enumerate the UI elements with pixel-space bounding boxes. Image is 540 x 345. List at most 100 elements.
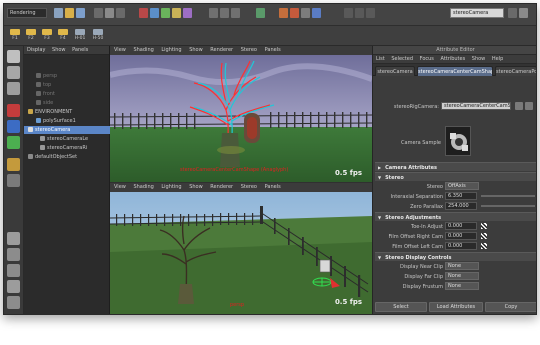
last-tool-icon[interactable] [7, 174, 20, 187]
attr-menu-list[interactable]: List [376, 56, 385, 62]
viewport-menu-renderer[interactable]: Renderer [210, 184, 233, 190]
keyable-map-icon[interactable] [481, 233, 487, 239]
interaxial-field[interactable]: 6.350 [445, 192, 477, 200]
outliner-item-stereocamera-left[interactable]: stereoCameraLe [24, 135, 110, 143]
section-stereo-display-controls[interactable]: ▼ Stereo Display Controls [375, 252, 536, 261]
outliner-item-stereocamera-right[interactable]: stereoCameraRi [24, 144, 110, 152]
mask-icon[interactable] [183, 8, 192, 18]
perspective-viewport[interactable]: persp 0.5 fps [110, 192, 372, 314]
viewport-menu-panels[interactable]: Panels [265, 184, 281, 190]
zero-parallax-field[interactable]: 254.000 [445, 202, 477, 210]
tab-stereocameracentercamshape[interactable]: stereoCameraCenterCamShape [417, 66, 493, 76]
outliner-item-front[interactable]: front [24, 90, 110, 98]
outliner-menu-panels[interactable]: Panels [72, 47, 88, 53]
viewport-menu-show[interactable]: Show [189, 184, 203, 190]
rotate-tool-icon[interactable] [7, 120, 20, 133]
render-icon[interactable] [279, 8, 288, 18]
new-scene-icon[interactable] [54, 8, 63, 18]
attr-menu-show[interactable]: Show [472, 56, 486, 62]
history-icon[interactable] [256, 8, 265, 18]
tab-stereocamera[interactable]: stereoCamera [375, 66, 415, 76]
display-near-clip-dropdown[interactable]: None [445, 262, 479, 270]
viewport-menu-view[interactable]: View [114, 184, 126, 190]
section-camera-attributes[interactable]: ▶ Camera Attributes [375, 162, 536, 171]
viewport-menu-shading[interactable]: Shading [133, 47, 153, 53]
outliner-item-side[interactable]: side [24, 99, 110, 107]
layout-four-icon[interactable] [7, 248, 20, 261]
outliner-item-defaultobjectset[interactable]: defaultObjectSet [24, 153, 110, 161]
attr-menu-selected[interactable]: Selected [391, 56, 413, 62]
mask-icon[interactable] [161, 8, 170, 18]
input-line-icon[interactable] [366, 8, 375, 18]
keyable-map-icon[interactable] [481, 223, 487, 229]
attr-menu-help[interactable]: Help [492, 56, 503, 62]
viewport-menu-panels[interactable]: Panels [265, 47, 281, 53]
select-object-icon[interactable] [105, 8, 114, 18]
select-node-icon[interactable] [525, 102, 533, 110]
lasso-tool-icon[interactable] [7, 66, 20, 79]
tab-stereocamerapo[interactable]: stereoCameraPo [495, 66, 536, 76]
toe-in-field[interactable]: 0.000 [445, 222, 477, 230]
input-line-icon[interactable] [344, 8, 353, 18]
channel-box-icon[interactable] [508, 8, 517, 18]
open-scene-icon[interactable] [65, 8, 74, 18]
rig-camera-field[interactable]: stereoCameraCenterCamShape [441, 102, 511, 110]
viewport-menu-shading[interactable]: Shading [133, 184, 153, 190]
mask-icon[interactable] [139, 8, 148, 18]
outliner-item-top[interactable]: top [24, 81, 110, 89]
layout-outliner-icon[interactable] [7, 280, 20, 293]
shelf-button-h01[interactable]: H-01 [72, 28, 88, 44]
layout-single-icon[interactable] [7, 232, 20, 245]
select-component-icon[interactable] [116, 8, 125, 18]
viewport-menu-lighting[interactable]: Lighting [161, 184, 181, 190]
display-frustum-dropdown[interactable]: None [445, 282, 479, 290]
hypershade-icon[interactable] [312, 8, 321, 18]
manipulator-icon[interactable] [7, 158, 20, 171]
outliner-item-environment[interactable]: ENVIRONMENT [24, 108, 110, 116]
attr-menu-attributes[interactable]: Attributes [441, 56, 466, 62]
film-offset-right-field[interactable]: 0.000 [445, 232, 477, 240]
snap-grid-icon[interactable] [209, 8, 218, 18]
viewport-menu-lighting[interactable]: Lighting [161, 47, 181, 53]
snap-point-icon[interactable] [231, 8, 240, 18]
render-settings-icon[interactable] [301, 8, 310, 18]
film-offset-left-field[interactable]: 0.000 [445, 242, 477, 250]
shelf-button-h50[interactable]: H-50 [90, 28, 106, 44]
quick-select-input[interactable]: stereoCamera [450, 8, 504, 18]
select-node-icon[interactable] [515, 102, 523, 110]
outliner-menu-show[interactable]: Show [52, 47, 66, 53]
paint-select-icon[interactable] [7, 82, 20, 95]
section-stereo-adjustments[interactable]: ▼ Stereo Adjustments [375, 212, 536, 221]
display-far-clip-dropdown[interactable]: None [445, 272, 479, 280]
viewport-menu-renderer[interactable]: Renderer [210, 47, 233, 53]
move-tool-icon[interactable] [7, 104, 20, 117]
copy-tab-button[interactable]: Copy [485, 302, 536, 312]
layout-split-icon[interactable] [7, 264, 20, 277]
scale-tool-icon[interactable] [7, 136, 20, 149]
viewport-menu-show[interactable]: Show [189, 47, 203, 53]
attr-menu-focus[interactable]: Focus [420, 56, 434, 62]
ipr-render-icon[interactable] [290, 8, 299, 18]
input-line-icon[interactable] [355, 8, 364, 18]
shelf-button-f1[interactable]: F1 [8, 28, 22, 44]
stereo-viewport[interactable]: stereoCameraCenterCamShape (Anaglyph) 0.… [110, 55, 372, 182]
stereo-mode-dropdown[interactable]: OffAxis [445, 182, 479, 190]
mask-icon[interactable] [172, 8, 181, 18]
mask-icon[interactable] [150, 8, 159, 18]
load-attributes-button[interactable]: Load Attributes [429, 302, 483, 312]
attribute-editor-icon[interactable] [519, 8, 528, 18]
viewport-menu-stereo[interactable]: Stereo [241, 184, 257, 190]
save-scene-icon[interactable] [76, 8, 85, 18]
section-stereo[interactable]: ▼ Stereo [375, 172, 536, 181]
outliner-menu-display[interactable]: Display [27, 47, 45, 53]
interaxial-slider[interactable] [481, 195, 535, 197]
select-hierarchy-icon[interactable] [94, 8, 103, 18]
outliner-item-stereocamera[interactable]: stereoCamera [24, 126, 110, 134]
keyable-map-icon[interactable] [481, 243, 487, 249]
menu-set-dropdown[interactable]: Rendering [7, 8, 47, 18]
outliner-item-persp[interactable]: persp [24, 72, 110, 80]
select-tool-icon[interactable] [7, 50, 20, 63]
shelf-button-f2[interactable]: F2 [24, 28, 38, 44]
zero-parallax-slider[interactable] [481, 205, 535, 207]
viewport-menu-view[interactable]: View [114, 47, 126, 53]
